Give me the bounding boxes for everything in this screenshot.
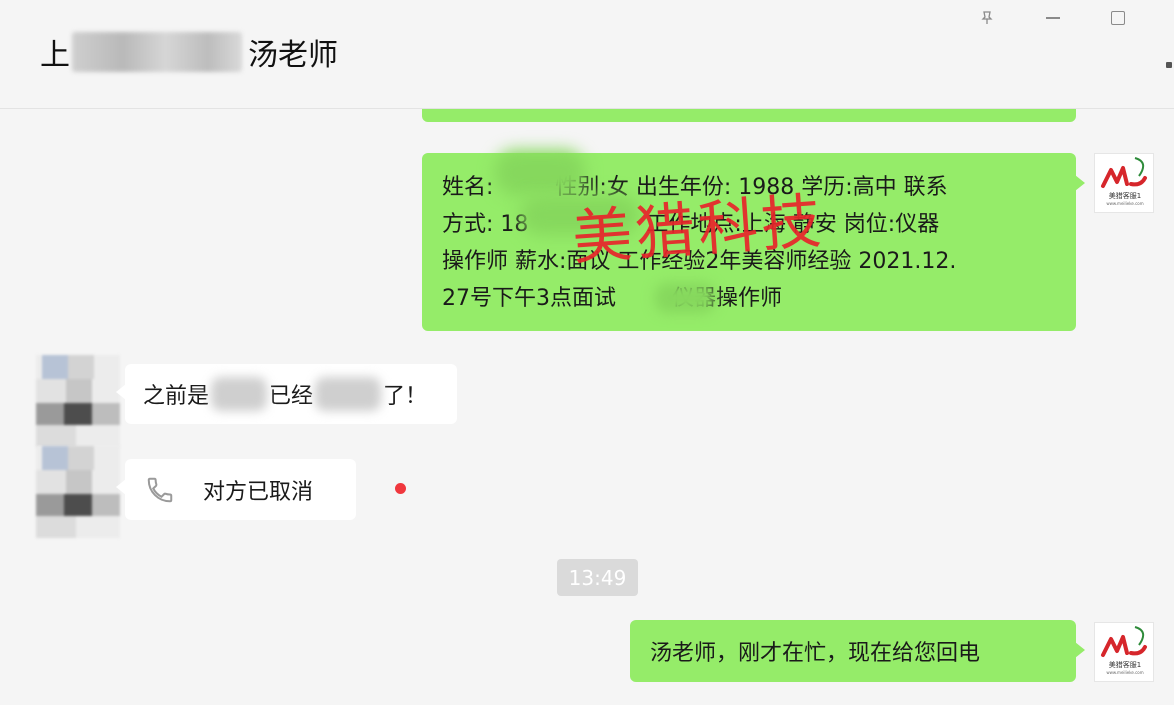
redaction-blur (211, 377, 268, 411)
minimize-button[interactable] (1041, 6, 1065, 30)
title-bar: 上 汤老师 (0, 0, 1174, 109)
redaction-blur (495, 150, 585, 195)
maximize-button[interactable] (1106, 6, 1130, 30)
logo-subtext: www.meilieke.com (1106, 670, 1144, 675)
redaction-blur (655, 283, 715, 313)
brand-logo-icon (1101, 626, 1147, 657)
my-reply-bubble[interactable]: 汤老师，刚才在忙，现在给您回电 (630, 620, 1085, 682)
call-record-bubble[interactable]: 对方已取消 (116, 459, 356, 520)
contact-message-bubble[interactable]: 之前是 已经 了！ (116, 364, 457, 424)
chat-title-name: 汤老师 (248, 38, 338, 73)
more-indicator (1166, 62, 1172, 68)
my-avatar[interactable]: 美猎客服1 www.meilieke.com (1094, 622, 1154, 682)
watermark-text: 美猎科技 (569, 186, 827, 274)
info-line-4: 27号下午3点面试 仪器操作师 (442, 286, 783, 311)
logo-subtext: www.meilieke.com (1106, 201, 1144, 206)
chat-window: 上 汤老师 姓名: 性别:女 出生年份: 1988 学历:高中 联系 方式: 18… (0, 0, 1174, 705)
chat-title-redacted (72, 32, 242, 72)
pin-icon (981, 11, 993, 24)
brand-logo-icon (1101, 157, 1147, 188)
contact-avatar[interactable] (36, 355, 120, 447)
unread-dot (395, 483, 406, 494)
contact-avatar[interactable] (36, 446, 120, 538)
reply-text: 汤老师，刚才在忙，现在给您回电 (650, 641, 981, 666)
pin-button[interactable] (975, 6, 999, 30)
logo-text: 美猎客服1 (1108, 661, 1142, 669)
chat-title-prefix: 上 (40, 38, 70, 73)
redaction-blur (315, 377, 382, 411)
maximize-icon (1111, 11, 1125, 25)
timestamp: 13:49 (557, 559, 638, 596)
chat-title: 上 汤老师 (40, 30, 338, 74)
my-avatar[interactable]: 美猎客服1 www.meilieke.com (1094, 153, 1154, 213)
call-status-text: 对方已取消 (203, 479, 314, 505)
minimize-icon (1046, 17, 1060, 19)
phone-icon (143, 473, 177, 507)
logo-text: 美猎客服1 (1108, 192, 1142, 200)
